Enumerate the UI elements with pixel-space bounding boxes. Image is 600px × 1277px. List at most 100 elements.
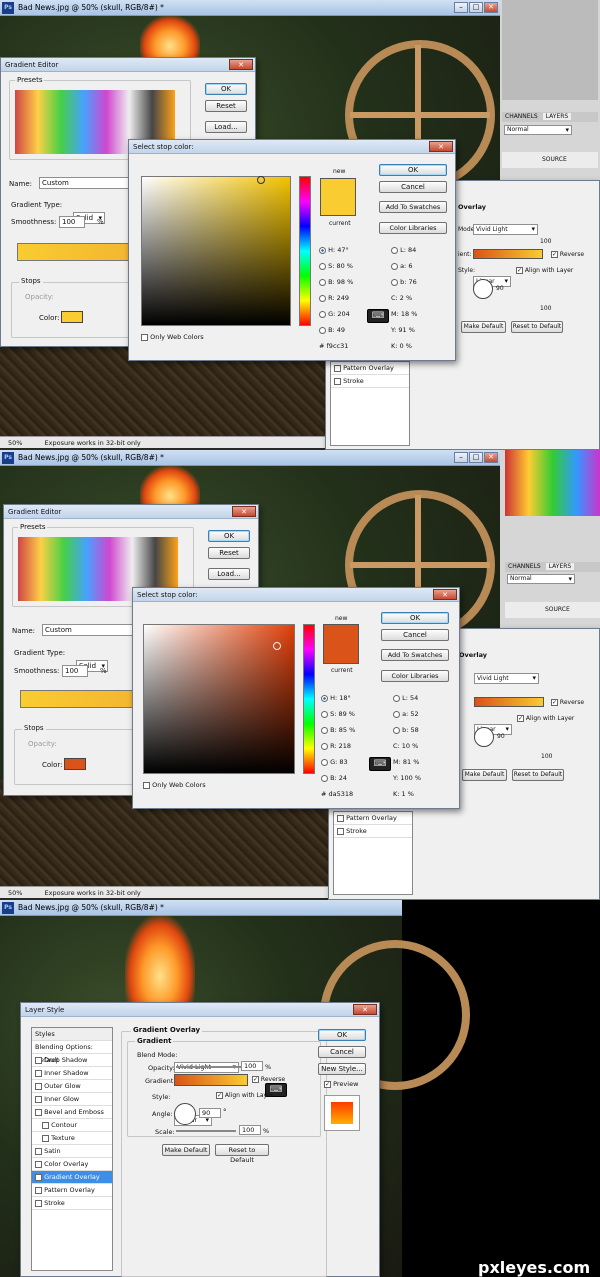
color-libraries-button[interactable]: Color Libraries	[381, 670, 449, 682]
align-check[interactable]: ✓ Align with Layer	[216, 1092, 273, 1099]
ok-button[interactable]: OK	[208, 530, 250, 542]
new-style-button[interactable]: New Style...	[318, 1063, 366, 1075]
angle-dial[interactable]	[473, 279, 493, 299]
layer-blend-select[interactable]: Normal	[504, 125, 572, 135]
list-item[interactable]: Pattern Overlay	[32, 1184, 112, 1197]
list-item[interactable]: Stroke	[331, 375, 409, 388]
opacity-value[interactable]: 100	[540, 238, 551, 245]
blending-options-item[interactable]: Blending Options: Default	[32, 1041, 112, 1064]
reset-button[interactable]: Reset	[205, 100, 247, 112]
ok-button[interactable]: OK	[318, 1029, 366, 1041]
stop-color-swatch[interactable]	[64, 758, 86, 770]
reset-default-button[interactable]: Reset to Default	[511, 321, 563, 333]
gradient-overlay-item[interactable]: ✓ Gradient Overlay	[32, 1171, 112, 1184]
angle-value[interactable]: 90	[496, 285, 504, 292]
gradient-editor-titlebar: Gradient Editor ✕	[4, 505, 258, 519]
list-item[interactable]: Pattern Overlay	[334, 812, 412, 825]
list-item[interactable]: Pattern Overlay	[331, 362, 409, 375]
gradient-swatch[interactable]	[474, 697, 544, 707]
stop-color-swatch[interactable]	[61, 311, 83, 323]
hue-slider[interactable]	[303, 624, 315, 774]
reset-default-button[interactable]: Reset to Default	[215, 1144, 269, 1164]
layer-row[interactable]: SOURCE	[502, 152, 598, 168]
list-item[interactable]: Stroke	[334, 825, 412, 838]
gradient-bar[interactable]	[20, 690, 140, 708]
list-item[interactable]: Color Overlay	[32, 1158, 112, 1171]
load-button[interactable]: Load...	[208, 568, 250, 580]
blend-select[interactable]: Vivid Light	[473, 224, 538, 235]
smoothness-label: Smoothness:	[14, 667, 60, 675]
list-item[interactable]: Inner Shadow	[32, 1067, 112, 1080]
angle-value[interactable]: 90	[497, 733, 505, 740]
align-check[interactable]: ✓ Align with Layer	[517, 715, 574, 722]
maximize-button[interactable]: □	[469, 2, 483, 13]
ok-button[interactable]: OK	[379, 164, 447, 176]
color-field-marker[interactable]	[257, 176, 265, 184]
list-item[interactable]: Drop Shadow	[32, 1054, 112, 1067]
preview-check[interactable]: ✓ Preview	[324, 1080, 358, 1088]
scale-field[interactable]: 100	[239, 1125, 261, 1135]
make-default-button[interactable]: Make Default	[462, 769, 507, 781]
reset-default-button[interactable]: Reset to Default	[512, 769, 564, 781]
minimize-button[interactable]: –	[454, 2, 468, 13]
document-title: Bad News.jpg @ 50% (skull, RGB/8#) *	[18, 903, 164, 912]
list-item[interactable]: Outer Glow	[32, 1080, 112, 1093]
reverse-check[interactable]: ✓ Reverse	[252, 1076, 285, 1083]
layer-row[interactable]: SOURCE	[505, 602, 600, 618]
cancel-button[interactable]: Cancel	[318, 1046, 366, 1058]
tab-layers[interactable]: LAYERS	[545, 563, 575, 570]
reverse-check[interactable]: ✓ Reverse	[551, 699, 584, 706]
tab-layers[interactable]: LAYERS	[542, 113, 572, 120]
angle-dial[interactable]	[174, 1103, 196, 1125]
angle-dial[interactable]	[474, 727, 494, 747]
list-item[interactable]: Contour	[32, 1119, 112, 1132]
angle-field[interactable]: 90	[199, 1108, 221, 1118]
scale-value[interactable]: 100	[541, 753, 552, 760]
color-libraries-button[interactable]: Color Libraries	[379, 222, 447, 234]
gradient-swatch[interactable]	[473, 249, 543, 259]
align-check[interactable]: ✓ Align with Layer	[516, 267, 573, 274]
close-button[interactable]: ✕	[484, 2, 498, 13]
layer-blend-select[interactable]: Normal	[507, 574, 575, 584]
color-field-marker[interactable]	[273, 642, 281, 650]
blend-select[interactable]: Vivid Light	[474, 673, 539, 684]
load-button[interactable]: Load...	[205, 121, 247, 133]
gradient-bar[interactable]	[17, 243, 137, 261]
opacity-field[interactable]: 100	[241, 1061, 263, 1071]
swatches-panel[interactable]	[502, 0, 598, 100]
ok-button[interactable]: OK	[205, 83, 247, 95]
minimize-button[interactable]: –	[454, 452, 468, 463]
layer-name: SOURCE	[545, 606, 570, 613]
make-default-button[interactable]: Make Default	[162, 1144, 210, 1156]
ok-button[interactable]: OK	[381, 612, 449, 624]
scale-value[interactable]: 100	[540, 305, 551, 312]
smoothness-field[interactable]: 100	[62, 665, 88, 677]
swatches-panel[interactable]	[505, 450, 600, 516]
list-item[interactable]: Texture	[32, 1132, 112, 1145]
tab-channels[interactable]: CHANNELS	[505, 563, 544, 570]
cancel-button[interactable]: Cancel	[379, 181, 447, 193]
maximize-button[interactable]: □	[469, 452, 483, 463]
list-item[interactable]: Bevel and Emboss	[32, 1106, 112, 1119]
list-item[interactable]: Satin	[32, 1145, 112, 1158]
close-button[interactable]: ✕	[484, 452, 498, 463]
reset-button[interactable]: Reset	[208, 547, 250, 559]
cancel-button[interactable]: Cancel	[381, 629, 449, 641]
smoothness-field[interactable]: 100	[59, 216, 85, 228]
make-default-button[interactable]: Make Default	[461, 321, 506, 333]
add-to-swatches-button[interactable]: Add To Swatches	[379, 201, 447, 213]
scale-slider[interactable]	[176, 1130, 236, 1132]
styles-header[interactable]: Styles	[32, 1028, 112, 1041]
web-colors-check[interactable]: Only Web Colors	[141, 333, 204, 341]
tab-channels[interactable]: CHANNELS	[502, 113, 541, 120]
list-item[interactable]: Stroke	[32, 1197, 112, 1210]
gradient-swatch[interactable]	[174, 1074, 248, 1086]
web-colors-check[interactable]: Only Web Colors	[143, 781, 206, 789]
reverse-check[interactable]: ✓ Reverse	[551, 251, 584, 258]
current-label: current	[329, 220, 351, 227]
color-field[interactable]	[141, 176, 291, 326]
opacity-slider[interactable]	[176, 1066, 246, 1068]
hue-slider[interactable]	[299, 176, 311, 326]
add-to-swatches-button[interactable]: Add To Swatches	[381, 649, 449, 661]
list-item[interactable]: Inner Glow	[32, 1093, 112, 1106]
